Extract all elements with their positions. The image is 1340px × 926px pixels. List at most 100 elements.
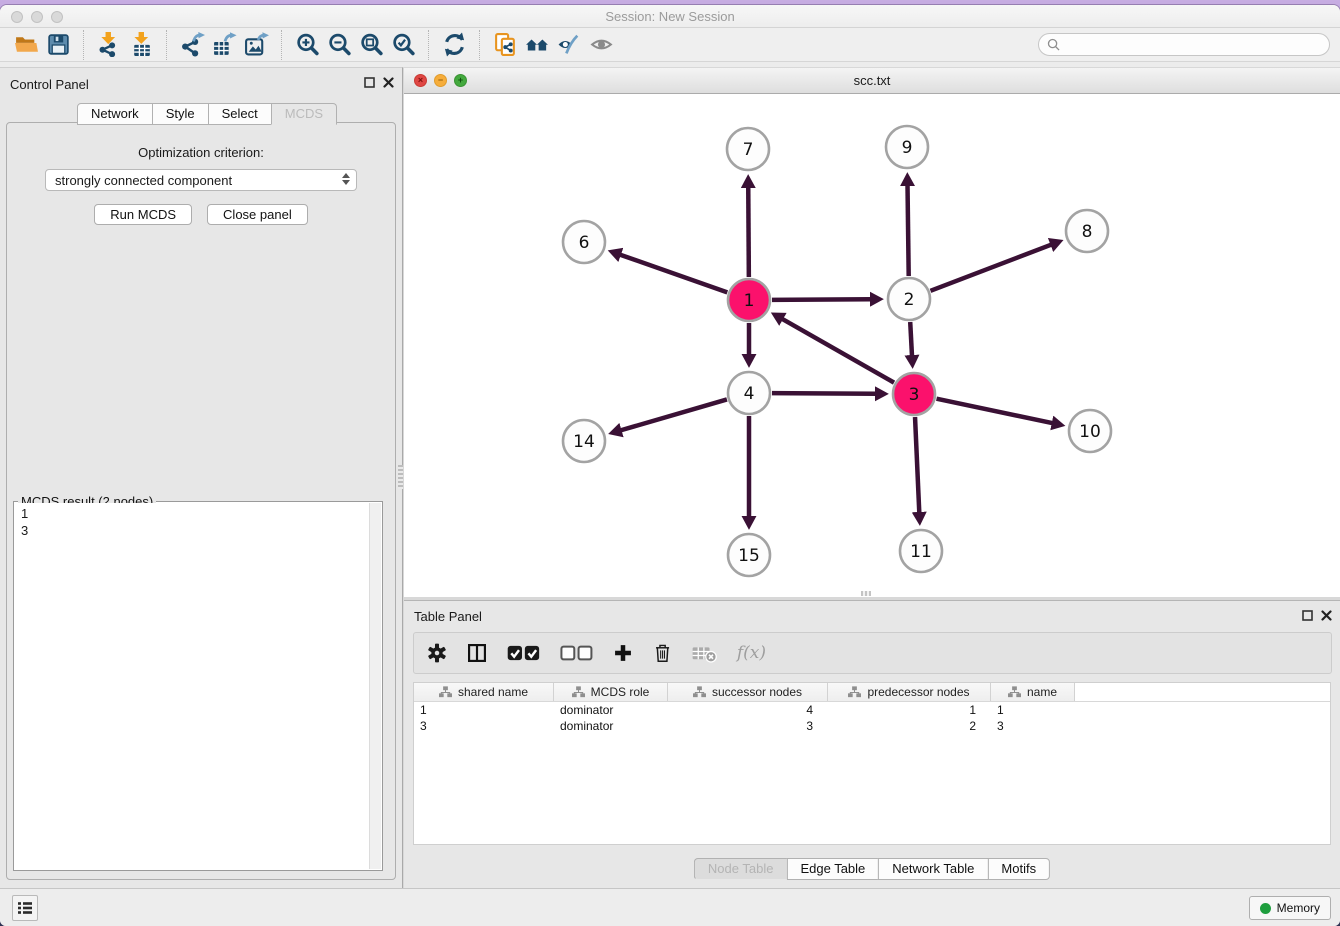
save-session-button[interactable] (42, 30, 74, 60)
tab-edge-table[interactable]: Edge Table (786, 858, 879, 880)
table-cell[interactable]: dominator (554, 718, 668, 734)
column-header-shared-name[interactable]: shared name (414, 683, 554, 701)
float-table-panel-icon[interactable] (1302, 610, 1313, 621)
edge-4-3[interactable] (772, 393, 876, 394)
edge-3-1[interactable] (782, 319, 894, 383)
edge-2-8[interactable] (930, 245, 1051, 291)
node-9[interactable]: 9 (886, 126, 928, 168)
edge-4-14[interactable] (620, 399, 726, 430)
edge-2-3[interactable] (910, 322, 912, 356)
node-8[interactable]: 8 (1066, 210, 1108, 252)
zoom-window-button[interactable] (51, 11, 63, 23)
tab-style[interactable]: Style (152, 103, 209, 125)
close-window-button[interactable] (11, 11, 23, 23)
table-cell[interactable]: 3 (414, 718, 554, 734)
tab-node-table[interactable]: Node Table (694, 858, 788, 880)
result-scrollbar[interactable] (369, 503, 381, 869)
search-field[interactable] (1038, 33, 1330, 56)
import-table-button[interactable] (125, 30, 157, 60)
function-builder-button[interactable]: f(x) (737, 643, 766, 663)
splitter-grip[interactable] (398, 465, 403, 489)
table-cell[interactable]: 1 (414, 702, 554, 718)
criterion-select[interactable]: strongly connected component (45, 169, 357, 191)
apply-layout-button[interactable] (438, 30, 470, 60)
run-mcds-button[interactable]: Run MCDS (94, 204, 192, 225)
node-4[interactable]: 4 (728, 372, 770, 414)
tab-select[interactable]: Select (208, 103, 272, 125)
node-14[interactable]: 14 (563, 420, 605, 462)
table-cell[interactable]: 1 (991, 702, 1075, 718)
edge-3-11[interactable] (915, 417, 919, 513)
float-panel-icon[interactable] (364, 77, 375, 88)
column-header-MCDS-role[interactable]: MCDS role (554, 683, 668, 701)
close-panel-button[interactable]: Close panel (207, 204, 308, 225)
column-header-predecessor-nodes[interactable]: predecessor nodes (828, 683, 991, 701)
export-image-button[interactable] (240, 30, 272, 60)
window-controls[interactable] (11, 11, 63, 23)
export-network-button[interactable] (176, 30, 208, 60)
node-11[interactable]: 11 (900, 530, 942, 572)
network-canvas[interactable]: 1 2 3 4 6 7 8 9 10 11 14 15 (404, 94, 1340, 597)
node-10[interactable]: 10 (1069, 410, 1111, 452)
clone-network-button[interactable] (489, 30, 521, 60)
edge-3-10[interactable] (937, 399, 1053, 423)
zoom-out-button[interactable] (323, 30, 355, 60)
close-view-button[interactable]: × (414, 74, 427, 87)
tab-mcds[interactable]: MCDS (271, 103, 337, 125)
node-15[interactable]: 15 (728, 534, 770, 576)
open-session-button[interactable] (10, 30, 42, 60)
column-header-successor-nodes[interactable]: successor nodes (668, 683, 828, 701)
clear-table-button[interactable] (692, 640, 717, 666)
select-all-button[interactable] (507, 640, 540, 666)
toolbar-separator (479, 30, 480, 60)
table-cell[interactable]: 3 (668, 718, 828, 734)
task-history-button[interactable] (12, 895, 38, 921)
minimize-view-button[interactable]: − (434, 74, 447, 87)
edge-1-2[interactable] (772, 299, 871, 300)
node-3[interactable]: 3 (893, 373, 935, 415)
node-7[interactable]: 7 (727, 128, 769, 170)
table-cell[interactable]: 3 (991, 718, 1075, 734)
node-6[interactable]: 6 (563, 221, 605, 263)
show-all-button[interactable] (585, 30, 617, 60)
close-panel-icon[interactable] (383, 77, 394, 88)
table-row[interactable]: 3dominator323 (414, 718, 1330, 734)
canvas-grip[interactable] (861, 591, 871, 596)
node-1[interactable]: 1 (728, 279, 770, 321)
minimize-window-button[interactable] (31, 11, 43, 23)
import-network-button[interactable] (93, 30, 125, 60)
search-input[interactable] (1065, 38, 1321, 52)
node-table[interactable]: shared nameMCDS rolesuccessor nodesprede… (413, 682, 1331, 845)
zoom-fit-button[interactable] (355, 30, 387, 60)
column-header-name[interactable]: name (991, 683, 1075, 701)
close-table-panel-icon[interactable] (1321, 610, 1332, 621)
add-row-button[interactable] (613, 640, 633, 666)
table-cell[interactable]: 2 (828, 718, 991, 734)
edge-2-9[interactable] (908, 185, 909, 276)
hide-selected-button[interactable] (553, 30, 585, 60)
maximize-view-button[interactable]: + (454, 74, 467, 87)
zoom-in-button[interactable] (291, 30, 323, 60)
network-window-controls[interactable]: × − + (414, 74, 467, 87)
memory-button[interactable]: Memory (1249, 896, 1331, 920)
select-stepper-icon (342, 173, 350, 185)
delete-row-button[interactable] (653, 640, 672, 666)
table-row[interactable]: 1dominator411 (414, 702, 1330, 718)
mcds-result-list[interactable]: 13 (15, 503, 369, 869)
edge-1-6[interactable] (620, 255, 727, 293)
tab-motifs[interactable]: Motifs (987, 858, 1050, 880)
table-cell[interactable]: dominator (554, 702, 668, 718)
table-cell[interactable]: 4 (668, 702, 828, 718)
settings-button[interactable] (427, 640, 447, 666)
tab-network-table[interactable]: Network Table (878, 858, 988, 880)
node-2[interactable]: 2 (888, 278, 930, 320)
first-neighbors-button[interactable] (521, 30, 553, 60)
split-panel-button[interactable] (467, 640, 487, 666)
tab-network[interactable]: Network (77, 103, 153, 125)
deselect-all-button[interactable] (560, 640, 593, 666)
edge-1-7[interactable] (748, 187, 749, 277)
table-cell[interactable]: 1 (828, 702, 991, 718)
export-table-button[interactable] (208, 30, 240, 60)
network-view-titlebar[interactable]: × − + scc.txt (404, 68, 1340, 94)
zoom-selected-button[interactable] (387, 30, 419, 60)
